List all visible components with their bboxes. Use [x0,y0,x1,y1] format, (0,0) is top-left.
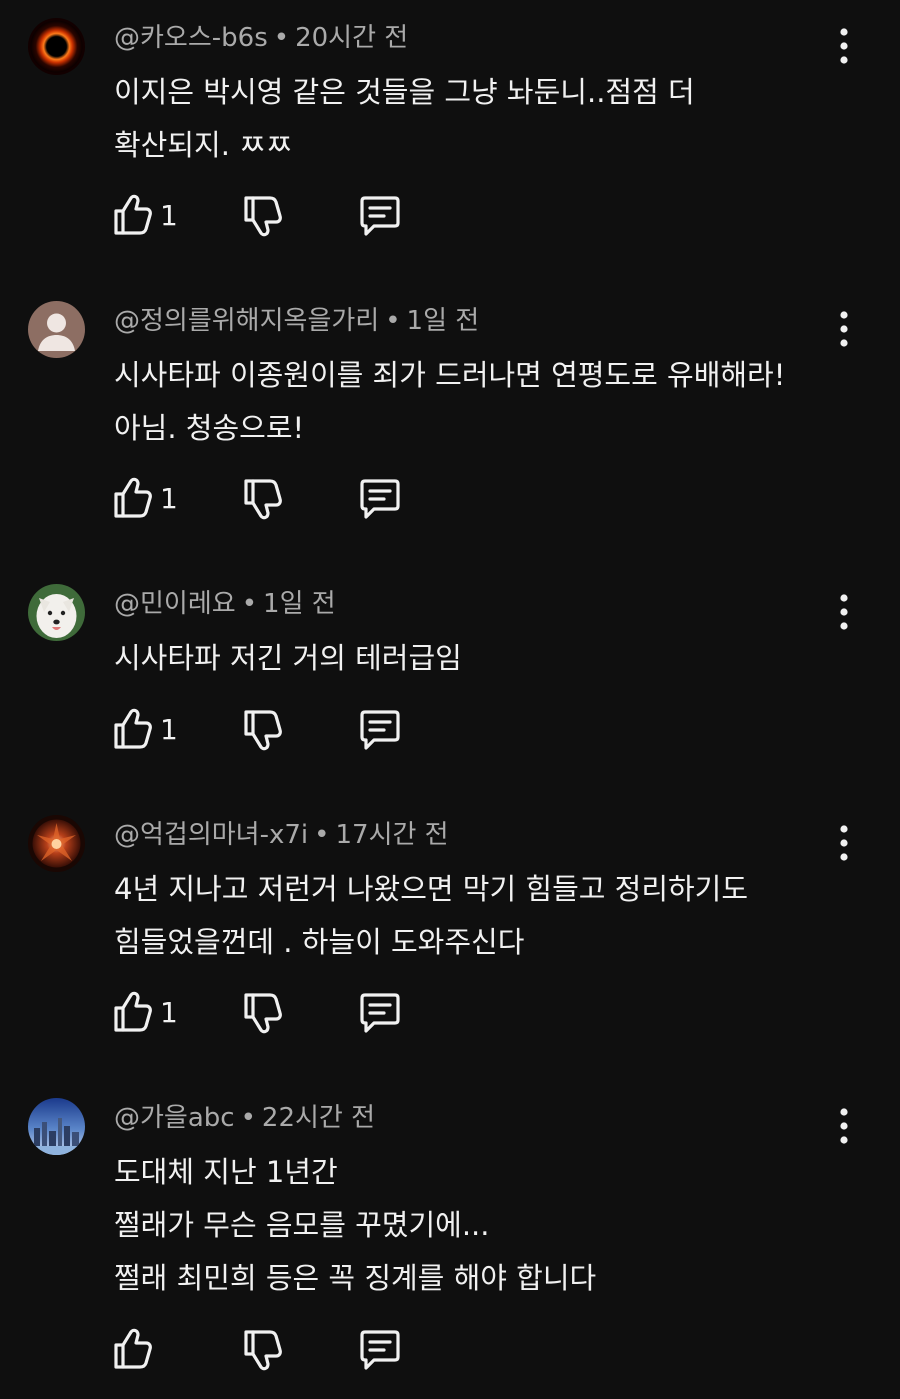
comment-text-line: 쩔래가 무슨 음모를 꾸몄기에... [114,1208,490,1242]
like-button[interactable]: 1 [112,706,184,754]
avatar[interactable] [28,18,85,75]
meta-separator: • [385,306,401,336]
like-button[interactable]: 1 [112,192,184,240]
author-handle[interactable]: @민이레요 [114,589,236,619]
reply-comment-icon [360,196,400,236]
comment-meta: @정의를위해지옥을가리 • 1일 전 [114,301,479,341]
author-handle[interactable]: @가을abc [114,1103,235,1133]
like-count: 1 [160,199,178,232]
thumbs-up-icon [114,1328,152,1369]
comment-actions: 1 [112,989,432,1037]
comment-text-line: 4년 지나고 저런거 나왔으면 막기 힘들고 정리하기도 [114,872,749,906]
meta-separator: • [273,23,290,53]
more-vertical-icon[interactable] [826,590,862,634]
thumbs-down-icon [244,710,282,751]
author-handle[interactable]: @억겁의마녀-x7i [114,820,308,850]
thumbs-up-icon [114,991,152,1032]
like-count: 1 [160,996,178,1029]
reply-button[interactable] [357,706,403,754]
comment-text-line: 이지은 박시영 같은 것들을 그냥 놔둔니..점점 더 [114,75,695,109]
reply-button[interactable] [357,192,403,240]
thumbs-down-icon [244,479,282,520]
like-count: 1 [160,713,178,746]
comment-actions: 1 [112,706,432,754]
comment-text: 이지은 박시영 같은 것들을 그냥 놔둔니..점점 더 확산되지. ㅉㅉ [114,66,844,172]
thumbs-down-icon [244,993,282,1034]
thumbs-down-icon [244,1330,282,1371]
thumbs-up-icon [114,708,152,749]
thumbs-down-icon [244,196,282,237]
thumbs-up-icon [114,194,152,235]
reply-comment-icon [360,993,400,1033]
comment-time[interactable]: 1일 전 [407,306,480,336]
avatar[interactable] [28,1098,85,1155]
comment-actions [112,1326,432,1374]
comment-text-line: 시사타파 이종원이를 죄가 드러나면 연평도로 유배해라! [114,358,786,392]
comment-meta: @카오스-b6s • 20시간 전 [114,18,408,58]
comment-text-line: 힘들었을껀데 . 하늘이 도와주신다 [114,925,525,959]
avatar[interactable] [28,584,85,641]
reply-comment-icon [360,479,400,519]
comment-time[interactable]: 1일 전 [263,589,336,619]
comment-time[interactable]: 17시간 전 [335,820,448,850]
meta-separator: • [240,1103,256,1133]
reply-button[interactable] [357,1326,403,1374]
more-vertical-icon[interactable] [826,821,862,865]
comment-text-line: 확산되지. ㅉㅉ [114,128,293,162]
comment-meta: @가을abc • 22시간 전 [114,1098,375,1138]
comment-time[interactable]: 22시간 전 [262,1103,375,1133]
reply-comment-icon [360,1330,400,1370]
dislike-button[interactable] [242,989,284,1037]
comment-text: 도대체 지난 1년간 쩔래가 무슨 음모를 꾸몄기에... 쩔래 최민희 등은 … [114,1146,844,1305]
like-count: 1 [160,482,178,515]
dislike-button[interactable] [242,706,284,754]
more-vertical-icon[interactable] [826,24,862,68]
comment-meta: @억겁의마녀-x7i • 17시간 전 [114,815,449,855]
dislike-button[interactable] [242,475,284,523]
like-button[interactable]: 1 [112,475,184,523]
comment-text-line: 쩔래 최민희 등은 꼭 징계를 해야 합니다 [114,1261,597,1295]
comment-text: 시사타파 이종원이를 죄가 드러나면 연평도로 유배해라! 아님. 청송으로! [114,349,844,455]
comment-text: 시사타파 저긴 거의 테러급임 [114,632,844,685]
comment-actions: 1 [112,475,432,523]
reply-button[interactable] [357,989,403,1037]
author-handle[interactable]: @카오스-b6s [114,23,268,53]
comment-actions: 1 [112,192,432,240]
comment-meta: @민이레요 • 1일 전 [114,584,336,624]
more-vertical-icon[interactable] [826,1104,862,1148]
author-handle[interactable]: @정의를위해지옥을가리 [114,306,379,336]
dislike-button[interactable] [242,192,284,240]
avatar[interactable] [28,301,85,358]
meta-separator: • [314,820,330,850]
comment-time[interactable]: 20시간 전 [295,23,408,53]
reply-comment-icon [360,710,400,750]
thumbs-up-icon [114,477,152,518]
avatar[interactable] [28,815,85,872]
comment-text: 4년 지나고 저런거 나왔으면 막기 힘들고 정리하기도 힘들었을껀데 . 하늘… [114,863,844,969]
meta-separator: • [241,589,258,619]
comment-text-line: 시사타파 저긴 거의 테러급임 [114,641,462,675]
comment-text-line: 도대체 지난 1년간 [114,1155,338,1189]
comment-text-line: 아님. 청송으로! [114,411,305,445]
like-button[interactable] [112,1326,184,1374]
more-vertical-icon[interactable] [826,307,862,351]
like-button[interactable]: 1 [112,989,184,1037]
reply-button[interactable] [357,475,403,523]
dislike-button[interactable] [242,1326,284,1374]
